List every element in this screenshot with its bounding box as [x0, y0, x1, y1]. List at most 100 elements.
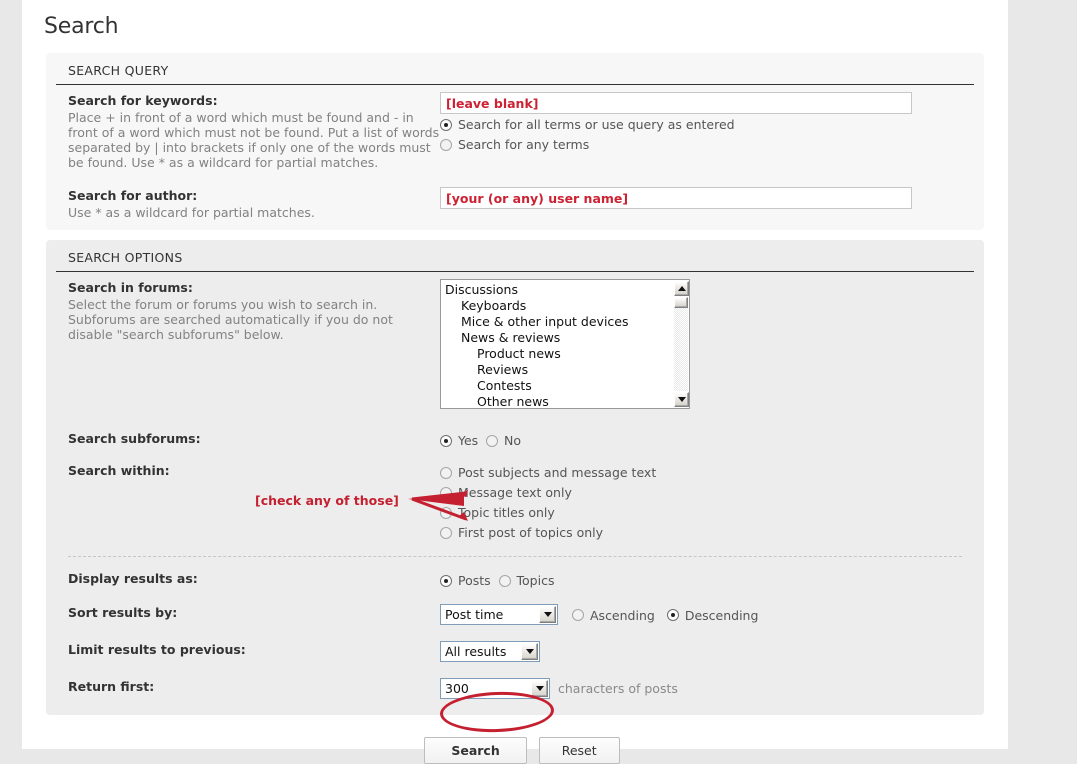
scrollbar-thumb[interactable] [674, 297, 688, 308]
search-options-legend: SEARCH OPTIONS [56, 240, 974, 272]
sort-direction-ascending[interactable]: Ascending [572, 606, 655, 625]
sort-by-row: Sort results by: Post time Ascending Des… [46, 597, 984, 625]
search-within-option-message-text[interactable]: Message text only [440, 483, 962, 502]
search-options-panel: SEARCH OPTIONS Search in forums: Select … [46, 240, 984, 715]
search-page: Search SEARCH QUERY Search for keywords:… [22, 0, 1008, 764]
search-query-panel: SEARCH QUERY Search for keywords: Place … [46, 53, 984, 230]
reset-button[interactable]: Reset [538, 737, 620, 764]
radio-icon[interactable] [486, 434, 499, 447]
return-first-select[interactable]: 300 [440, 678, 550, 699]
keywords-label-block: Search for keywords: Place + in front of… [68, 85, 440, 170]
radio-icon[interactable] [440, 526, 452, 539]
radio-icon[interactable] [440, 486, 452, 499]
radio-icon[interactable] [440, 466, 452, 479]
display-as-option-posts-label: Posts [458, 573, 491, 588]
radio-icon[interactable] [572, 609, 584, 621]
search-within-option-first-post[interactable]: First post of topics only [440, 523, 962, 542]
author-field-block [440, 180, 962, 209]
sort-direction-descending-label: Descending [684, 607, 759, 623]
search-button[interactable]: Search [424, 737, 527, 764]
search-within-label: Search within: [68, 463, 170, 478]
keywords-row: Search for keywords: Place + in front of… [46, 85, 984, 170]
search-within-option-1-label: Message text only [458, 485, 572, 500]
list-item[interactable]: Discussions [445, 282, 672, 298]
forum-option-list: Discussions Keyboards Mice & other input… [441, 280, 672, 408]
subforums-label: Search subforums: [68, 431, 201, 446]
sort-by-field-block: Post time Ascending Descending [440, 597, 962, 625]
search-within-option-subjects-and-text[interactable]: Post subjects and message text [440, 463, 962, 482]
list-item[interactable]: Reviews [445, 362, 672, 378]
keywords-input[interactable] [440, 92, 912, 114]
radio-icon[interactable] [440, 434, 452, 447]
author-input[interactable] [440, 187, 912, 209]
limit-previous-field-block: All results [440, 634, 962, 662]
sort-direction-ascending-label: Ascending [590, 607, 655, 623]
display-as-option-posts[interactable]: Posts [440, 571, 491, 590]
subforums-option-yes[interactable]: Yes [440, 431, 478, 450]
return-first-label-block: Return first: [68, 671, 440, 695]
keywords-option-any-label: Search for any terms [458, 137, 590, 152]
radio-icon[interactable] [440, 506, 452, 519]
chevron-down-icon[interactable] [539, 606, 556, 623]
author-description: Use * as a wildcard for partial matches. [68, 205, 315, 220]
display-as-option-topics[interactable]: Topics [498, 571, 555, 590]
radio-icon[interactable] [440, 118, 452, 131]
sort-by-select[interactable]: Post time [440, 604, 558, 625]
keywords-option-any[interactable]: Search for any terms [440, 135, 962, 154]
page-title: Search [44, 14, 119, 39]
radio-icon[interactable] [440, 574, 452, 587]
search-within-option-3-label: First post of topics only [458, 525, 604, 540]
chevron-down-icon[interactable] [521, 643, 538, 660]
radio-icon[interactable] [440, 138, 452, 151]
search-within-option-0-label: Post subjects and message text [458, 465, 657, 480]
subforums-option-yes-label: Yes [458, 433, 479, 448]
list-item[interactable]: Contests [445, 378, 672, 394]
scroll-up-icon[interactable] [674, 281, 689, 296]
chevron-down-icon[interactable] [531, 680, 548, 697]
limit-previous-label: Limit results to previous: [68, 642, 246, 657]
scrollbar-track[interactable] [674, 297, 688, 391]
subforums-option-no[interactable]: No [486, 431, 521, 450]
listbox-scrollbar[interactable] [672, 280, 689, 408]
search-within-option-topic-titles[interactable]: Topic titles only [440, 503, 962, 522]
search-query-legend: SEARCH QUERY [56, 53, 974, 85]
display-as-row: Display results as: Posts Topics [46, 563, 984, 590]
search-within-label-block: Search within: [68, 455, 440, 479]
keywords-option-all[interactable]: Search for all terms or use query as ent… [440, 115, 962, 134]
forums-field-block: Discussions Keyboards Mice & other input… [440, 272, 962, 409]
scroll-down-icon[interactable] [674, 392, 689, 407]
return-first-selected-value: 300 [445, 681, 469, 696]
limit-previous-select[interactable]: All results [440, 641, 540, 662]
radio-icon[interactable] [666, 609, 679, 621]
forums-row: Search in forums: Select the forum or fo… [46, 272, 984, 409]
return-first-row: Return first: 300 characters of posts [46, 671, 984, 699]
list-item[interactable]: Mice & other input devices [445, 314, 672, 330]
sort-by-selected-value: Post time [445, 607, 504, 622]
forums-label-block: Search in forums: Select the forum or fo… [68, 272, 440, 342]
limit-previous-selected-value: All results [445, 644, 507, 659]
form-buttons-bar: Search Reset [22, 737, 1008, 764]
annotation-check-any-label: [check any of those] [255, 493, 399, 508]
subforums-row: Search subforums: Yes No [46, 423, 984, 450]
list-item[interactable]: Other news [445, 394, 672, 408]
limit-previous-label-block: Limit results to previous: [68, 634, 440, 658]
subforums-field-block: Yes No [440, 423, 962, 450]
sort-direction-descending[interactable]: Descending [666, 606, 759, 625]
limit-previous-row: Limit results to previous: All results [46, 634, 984, 662]
sort-by-label-block: Sort results by: [68, 597, 440, 621]
keywords-option-all-label: Search for all terms or use query as ent… [458, 117, 735, 132]
author-row: Search for author: Use * as a wildcard f… [46, 180, 984, 220]
radio-icon[interactable] [498, 574, 511, 587]
search-within-option-2-label: Topic titles only [458, 505, 555, 520]
subforums-label-block: Search subforums: [68, 423, 440, 447]
author-label-block: Search for author: Use * as a wildcard f… [68, 180, 440, 220]
search-within-field-block: Post subjects and message text Message t… [440, 455, 962, 542]
keywords-description: Place + in front of a word which must be… [68, 110, 440, 170]
display-as-option-topics-label: Topics [516, 573, 555, 588]
return-first-field-block: 300 characters of posts [440, 671, 962, 699]
forums-description: Select the forum or forums you wish to s… [68, 297, 393, 342]
list-item[interactable]: News & reviews [445, 330, 672, 346]
list-item[interactable]: Keyboards [445, 298, 672, 314]
list-item[interactable]: Product news [445, 346, 672, 362]
forum-select-listbox[interactable]: Discussions Keyboards Mice & other input… [440, 279, 690, 409]
